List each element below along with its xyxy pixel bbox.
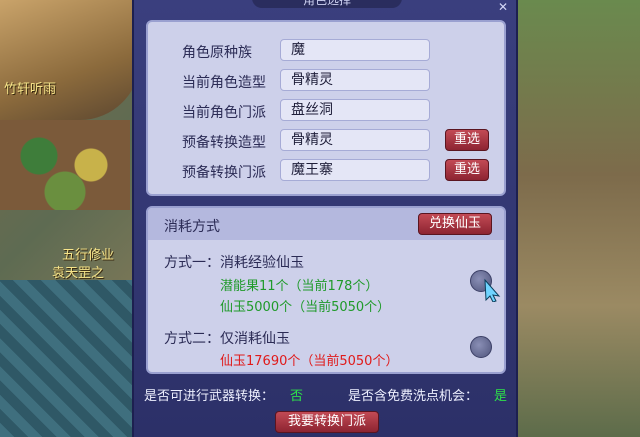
- confirm-change-school-button[interactable]: 我要转换门派: [275, 411, 379, 433]
- free-reset-question: 是否含免费洗点机会：: [348, 389, 479, 404]
- option2-jade: 仙玉17690个（当前5050个）: [220, 354, 399, 369]
- npc-name-label: 竹轩听雨: [4, 82, 57, 97]
- field-row-race: 角色原种族 魔: [148, 39, 504, 63]
- option1-jade: 仙玉5000个（当前5050个）: [220, 300, 391, 315]
- cost-title: 消耗方式: [164, 219, 220, 235]
- cost-header: 消耗方式 兑换仙玉: [148, 208, 504, 240]
- cost-panel: 消耗方式 兑换仙玉 方式一： 消耗经验仙玉 潜能果11个（当前178个） 仙玉5…: [146, 206, 506, 374]
- field-value: 魔: [280, 39, 430, 61]
- field-row-current-model: 当前角色造型 骨精灵: [148, 69, 504, 93]
- weapon-convert-answer: 否: [290, 389, 304, 404]
- option1-label: 方式一：: [164, 255, 220, 271]
- npc-name-label: 五行修业: [62, 248, 115, 263]
- exchange-jade-button[interactable]: 兑换仙玉: [418, 213, 492, 235]
- option2-radio[interactable]: [470, 336, 492, 358]
- field-label: 预备转换门派: [182, 165, 266, 181]
- field-label: 当前角色门派: [182, 105, 266, 121]
- option2-label: 方式二：: [164, 331, 220, 347]
- field-value: 骨精灵: [280, 69, 430, 91]
- field-row-target-school: 预备转换门派 魔王寨 重选: [148, 159, 504, 183]
- tent-scenery: [0, 280, 140, 437]
- field-value: 魔王寨: [280, 159, 430, 181]
- field-label: 当前角色造型: [182, 75, 266, 91]
- field-value: 盘丝洞: [280, 99, 430, 121]
- close-icon[interactable]: ✕: [496, 0, 510, 14]
- field-value: 骨精灵: [280, 129, 430, 151]
- field-row-current-school: 当前角色门派 盘丝洞: [148, 99, 504, 123]
- reselect-model-button[interactable]: 重选: [445, 129, 489, 151]
- pointer-cursor-icon: [484, 278, 501, 302]
- option1-potential: 潜能果11个（当前178个）: [220, 279, 379, 294]
- right-scenery: [515, 0, 640, 437]
- free-reset-answer: 是: [494, 389, 508, 404]
- field-row-target-model: 预备转换造型 骨精灵 重选: [148, 129, 504, 153]
- npc-name-label: 袁天罡之: [52, 266, 105, 281]
- option1-desc: 消耗经验仙玉: [220, 255, 304, 271]
- role-info-panel: 角色原种族 魔 当前角色造型 骨精灵 当前角色门派 盘丝洞 预备转换造型 骨精灵…: [146, 20, 506, 196]
- game-roof-scenery: [0, 0, 140, 120]
- role-selection-dialog: 角色选择 ✕ 角色原种族 魔 当前角色造型 骨精灵 当前角色门派 盘丝洞 预备转…: [132, 0, 518, 437]
- dialog-title: 角色选择: [252, 0, 402, 8]
- field-label: 预备转换造型: [182, 135, 266, 151]
- option2-desc: 仅消耗仙玉: [220, 331, 290, 347]
- field-label: 角色原种族: [182, 45, 252, 61]
- reselect-school-button[interactable]: 重选: [445, 159, 489, 181]
- fruit-stall-scenery: [0, 120, 130, 210]
- weapon-convert-question: 是否可进行武器转换：: [144, 389, 275, 404]
